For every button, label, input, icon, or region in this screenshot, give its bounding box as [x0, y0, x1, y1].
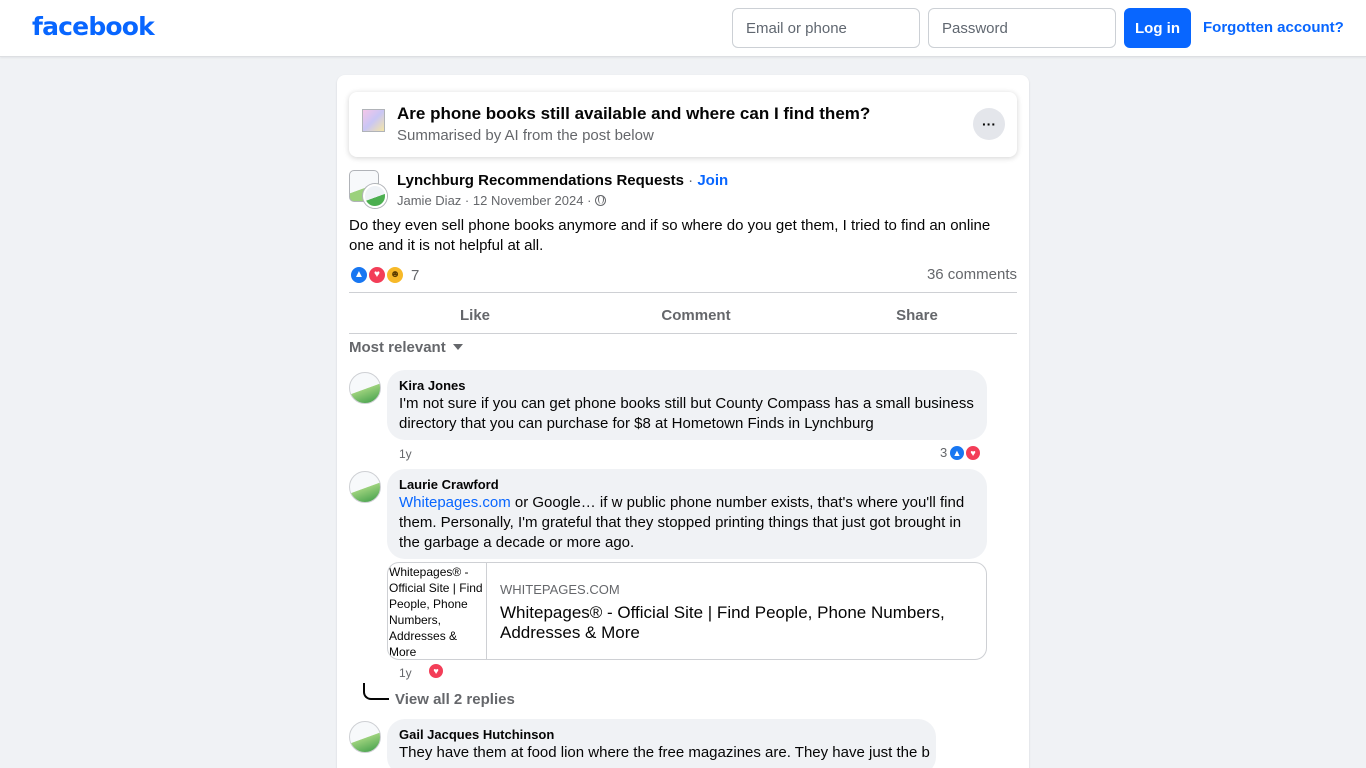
commenter-name[interactable]: Laurie Crawford [399, 477, 975, 493]
comment-bubble: Gail Jacques Hutchinson They have them a… [387, 719, 936, 768]
commenter-avatar[interactable] [349, 372, 381, 404]
join-link[interactable]: Join [697, 172, 728, 189]
post-date[interactable]: 12 November 2024 [473, 193, 584, 208]
forgotten-account-link[interactable]: Forgotten account? [1203, 19, 1344, 36]
post-text: Do they even sell phone books anymore an… [349, 217, 991, 254]
post-card: Are phone books still available and wher… [337, 75, 1029, 768]
reply-connector-line [363, 683, 389, 700]
comment-bubble: Kira Jones I'm not sure if you can get p… [387, 370, 987, 440]
share-button[interactable]: Share [806, 298, 1028, 334]
group-name-link[interactable]: Lynchburg Recommendations Requests [397, 172, 684, 189]
love-reaction-icon: ♥ [367, 265, 387, 285]
sort-comments-dropdown[interactable]: Most relevant [349, 339, 463, 356]
separator-dot: · [464, 193, 470, 208]
comment-button[interactable]: Comment [585, 298, 807, 334]
password-input[interactable] [928, 8, 1116, 48]
group-avatar[interactable] [349, 170, 387, 208]
commenter-name[interactable]: Gail Jacques Hutchinson [399, 727, 924, 743]
ai-summary-title: Are phone books still available and wher… [397, 104, 871, 123]
top-bar: facebook Log in Forgotten account? [0, 0, 1366, 57]
more-options-button[interactable]: ··· [973, 108, 1005, 140]
comment-bubble: Laurie Crawford Whitepages.com or Google… [387, 469, 987, 559]
author-avatar[interactable] [363, 184, 387, 208]
like-reaction-icon: ▲ [349, 265, 369, 285]
comment-count[interactable]: 36 comments [927, 266, 1017, 283]
globe-icon [595, 195, 607, 206]
comment-reaction-count[interactable]: 3 [940, 445, 947, 460]
facebook-logo[interactable]: facebook [32, 12, 155, 41]
link-preview-image: Whitepages® - Official Site | Find Peopl… [388, 563, 487, 659]
comment-text: I'm not sure if you can get phone books … [399, 395, 974, 432]
like-button[interactable]: Like [364, 298, 586, 334]
ai-summary-subtitle: Summarised by AI from the post below [397, 127, 654, 144]
commenter-name[interactable]: Kira Jones [399, 378, 975, 394]
like-reaction-icon: ▲ [948, 444, 966, 462]
post-author[interactable]: Jamie Diaz [397, 193, 461, 208]
love-reaction-icon: ♥ [964, 444, 982, 462]
login-button[interactable]: Log in [1124, 8, 1191, 48]
ai-summary-icon [362, 109, 385, 132]
email-input[interactable] [732, 8, 920, 48]
ai-summary-box: Are phone books still available and wher… [349, 92, 1017, 157]
view-replies-link[interactable]: View all 2 replies [395, 691, 515, 708]
link-preview-domain: WHITEPAGES.COM [500, 582, 620, 597]
love-reaction-icon[interactable]: ♥ [427, 662, 445, 680]
comment-text: Whitepages.com or Google… if w public ph… [399, 493, 975, 553]
commenter-avatar[interactable] [349, 471, 381, 503]
group-name-line: Lynchburg Recommendations Requests · Joi… [397, 172, 728, 189]
post-meta: Jamie Diaz · 12 November 2024 · [397, 193, 607, 208]
whitepages-link[interactable]: Whitepages.com [399, 494, 511, 511]
link-preview-title: Whitepages® - Official Site | Find Peopl… [500, 603, 945, 642]
comment-text: They have them at food lion where the fr… [399, 744, 930, 761]
divider [349, 292, 1017, 293]
comment-time[interactable]: 1y [399, 447, 412, 461]
sort-label: Most relevant [349, 339, 446, 356]
caret-down-icon [452, 344, 463, 350]
reaction-count: 7 [411, 267, 420, 284]
divider [349, 333, 1017, 334]
comment-time[interactable]: 1y [399, 666, 412, 680]
link-preview-card[interactable]: Whitepages® - Official Site | Find Peopl… [387, 562, 987, 660]
commenter-avatar[interactable] [349, 721, 381, 753]
separator-dot: · [587, 193, 592, 208]
separator-dot: · [688, 172, 694, 189]
haha-reaction-icon: ☻ [385, 265, 405, 285]
